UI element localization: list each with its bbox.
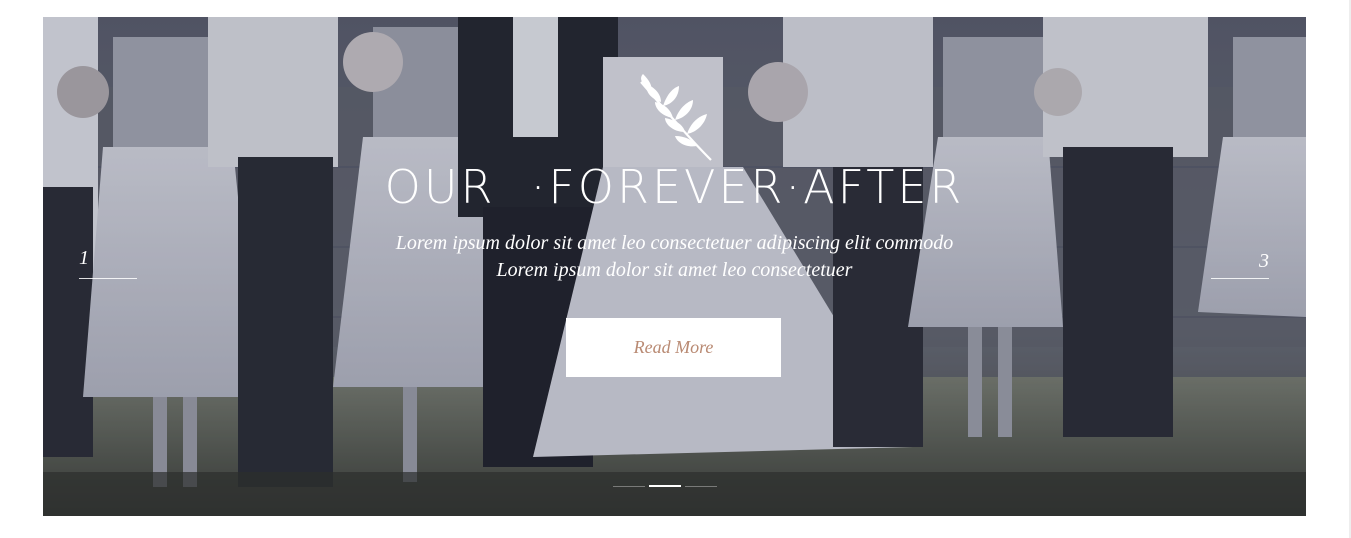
hero-slider: OUR ·FOREVER·AFTER Lorem ipsum dolor sit… [43,17,1306,516]
slider-pagination [613,485,718,489]
slide-next-control[interactable]: 3 [1209,250,1269,284]
read-more-button[interactable]: Read More [566,318,781,377]
hero-subtitle-line-1: Lorem ipsum dolor sit amet leo consectet… [395,232,954,254]
hero-title: OUR ·FOREVER·AFTER [384,160,965,214]
page: OUR ·FOREVER·AFTER Lorem ipsum dolor sit… [0,0,1351,538]
slider-dot-2[interactable] [649,485,681,487]
slider-dot-3[interactable] [685,486,717,487]
hero-subtitle: Lorem ipsum dolor sit amet leo consectet… [43,230,1306,284]
slider-dot-1[interactable] [613,486,645,487]
slide-next-underline [1211,278,1269,279]
slide-next-number: 3 [1259,250,1269,272]
hero-subtitle-line-2: Lorem ipsum dolor sit amet leo consectet… [496,259,853,281]
slide-prev-underline [79,278,137,279]
slide-prev-control[interactable]: 1 [79,247,139,281]
slide-prev-number: 1 [79,247,89,269]
olive-branch-icon [640,74,712,161]
